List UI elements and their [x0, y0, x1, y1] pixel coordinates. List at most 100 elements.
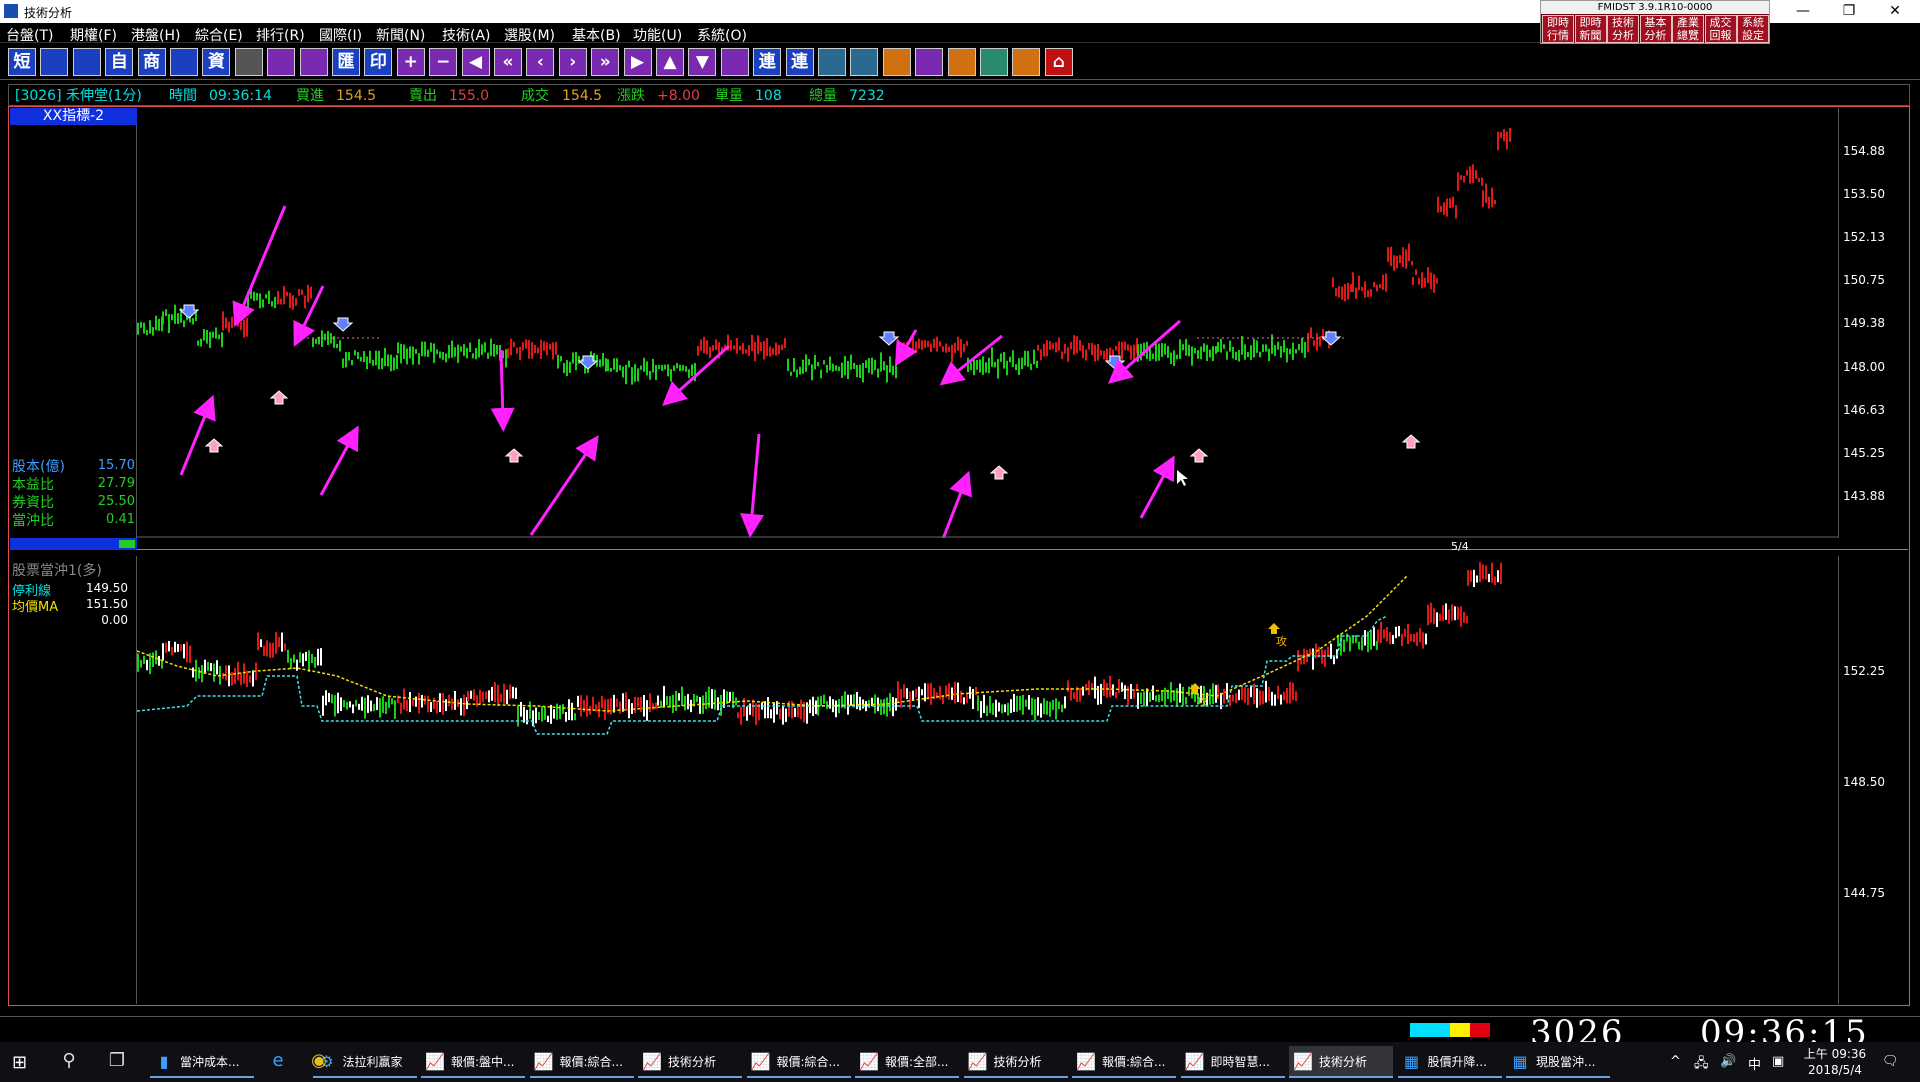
toolbar-button-31[interactable]: [1012, 48, 1041, 76]
toolbar-button-28[interactable]: [915, 48, 944, 76]
toolbar-button-27[interactable]: [882, 48, 911, 76]
ime-mode-icon[interactable]: ▣: [1772, 1054, 1784, 1069]
toolbar-button-11[interactable]: 印: [364, 48, 393, 76]
menu-composite[interactable]: 綜合(E): [195, 25, 243, 45]
indicator-tab[interactable]: XX指標-2: [10, 108, 137, 125]
network-icon[interactable]: 🖧: [1694, 1054, 1709, 1076]
taskbar-app-11[interactable]: ▦ 股價升降...: [1397, 1046, 1502, 1078]
candle-bar: [174, 641, 176, 653]
candle-bar: [1094, 344, 1096, 362]
toolbar-button-2[interactable]: [72, 48, 101, 76]
candle-bar: [960, 339, 962, 358]
toolbar-button-21[interactable]: ▼: [688, 48, 717, 76]
windows-start-icon[interactable]: ⊞: [12, 1052, 27, 1073]
menu-news[interactable]: 新聞(N): [376, 25, 425, 45]
toolbar-button-26[interactable]: [850, 48, 879, 76]
toolbar-button-25[interactable]: [818, 48, 846, 76]
menu-system[interactable]: 系統(O): [697, 25, 747, 45]
toolbar-button-16[interactable]: ‹: [526, 48, 555, 76]
taskbar-app-3[interactable]: 📈 報價:綜合...: [529, 1046, 634, 1078]
minimize-button[interactable]: —: [1780, 0, 1826, 23]
quick-button-0[interactable]: 即時 行情: [1542, 15, 1574, 43]
chrome-icon[interactable]: ◉: [306, 1050, 332, 1074]
toolbar-button-15[interactable]: «: [494, 48, 522, 76]
toolbar-button-22[interactable]: [720, 48, 749, 76]
taskbar-app-8[interactable]: 📈 報價:綜合...: [1072, 1046, 1176, 1078]
toolbar-button-17[interactable]: ›: [558, 48, 587, 76]
ie-icon[interactable]: e: [265, 1050, 291, 1074]
toolbar-button-24[interactable]: 連: [785, 48, 814, 76]
toolbar-button-13[interactable]: −: [429, 48, 458, 76]
candle-bar: [252, 670, 254, 687]
menu-international[interactable]: 國際(I): [319, 25, 362, 45]
candle-bar: [409, 346, 411, 359]
taskbar-app-0[interactable]: ▮ 當沖成本...: [150, 1046, 254, 1078]
toolbar-button-20[interactable]: ▲: [656, 48, 684, 76]
volume-icon[interactable]: 🔊: [1720, 1054, 1736, 1069]
toolbar-button-7[interactable]: [234, 48, 263, 76]
toolbar-button-10[interactable]: 匯: [332, 48, 360, 76]
quick-button-2[interactable]: 技術 分析: [1607, 15, 1639, 43]
toolbar-button-18[interactable]: »: [591, 48, 620, 76]
candle-bar: [1332, 277, 1334, 288]
menu-ranking[interactable]: 排行(R): [256, 25, 305, 45]
candle-bar: [1509, 127, 1511, 142]
taskbar-app-10[interactable]: 📈 技術分析: [1289, 1046, 1393, 1078]
menu-options[interactable]: 期權(F): [70, 25, 117, 45]
ime-indicator[interactable]: 中: [1748, 1054, 1761, 1073]
quick-button-1[interactable]: 即時 新聞: [1574, 15, 1607, 43]
toolbar-button-23[interactable]: 連: [753, 48, 782, 76]
taskbar-app-5[interactable]: 📈 報價:綜合...: [746, 1046, 851, 1078]
toolbar-button-8[interactable]: [267, 48, 296, 76]
menu-stock-pick[interactable]: 選股(M): [504, 25, 555, 45]
maximize-button[interactable]: ❐: [1826, 0, 1872, 23]
quick-button-5[interactable]: 成交 回報: [1704, 15, 1737, 43]
toolbar-button-4[interactable]: 商: [137, 48, 166, 76]
candle-bar: [510, 338, 512, 356]
menu-fundamental[interactable]: 基本(B): [572, 25, 621, 45]
close-button[interactable]: ✕: [1872, 0, 1918, 23]
taskbar-app-2[interactable]: 📈 報價:盤中...: [421, 1046, 525, 1078]
taskbar-app-9[interactable]: 📈 即時智慧...: [1180, 1046, 1285, 1078]
toolbar-button-3[interactable]: 自: [105, 48, 134, 76]
notification-icon[interactable]: 🗨: [1882, 1054, 1899, 1069]
menu-hk[interactable]: 港盤(H): [131, 25, 180, 45]
daytrade-chart[interactable]: 攻攻: [137, 556, 1838, 1004]
quick-button-4[interactable]: 產業 總覽: [1672, 15, 1704, 43]
toolbar-button-12[interactable]: +: [396, 48, 425, 76]
price-chart[interactable]: [137, 108, 1838, 538]
taskbar-app-7[interactable]: 📈 技術分析: [963, 1046, 1068, 1078]
toolbar-button-6[interactable]: 資: [202, 48, 231, 76]
home-icon[interactable]: ⌂: [1044, 48, 1073, 76]
task-view-icon[interactable]: ❐: [104, 1050, 130, 1074]
toolbar-button-1[interactable]: [40, 48, 69, 76]
toolbar-button-19[interactable]: ▶: [623, 48, 652, 76]
candle-bar: [577, 695, 579, 708]
indicator-scroll-thumb[interactable]: [119, 540, 135, 548]
quick-button-3[interactable]: 基本 分析: [1639, 15, 1672, 43]
system-clock[interactable]: 上午 09:36 2018/5/4: [1800, 1046, 1870, 1078]
candle-bar: [972, 688, 974, 709]
quick-button-6[interactable]: 系統 設定: [1737, 15, 1769, 43]
search-icon[interactable]: ⚲: [56, 1050, 82, 1074]
candle-bar: [1232, 694, 1234, 702]
menu-taipan[interactable]: 台盤(T): [6, 25, 53, 45]
taskbar-app-12[interactable]: ▦ 現股當沖...: [1506, 1046, 1610, 1078]
taskbar-app-6[interactable]: 📈 報價:全部...: [855, 1046, 959, 1078]
quick-button-line: 技術: [1612, 16, 1634, 29]
menu-technical[interactable]: 技術(A): [442, 25, 491, 45]
menu-function[interactable]: 功能(U): [633, 25, 682, 45]
tray-chevron-icon[interactable]: ^: [1670, 1054, 1681, 1069]
toolbar-button-29[interactable]: [947, 48, 976, 76]
candle-bar: [1049, 701, 1051, 717]
candle-bar: [994, 361, 996, 368]
toolbar-button-0[interactable]: 短: [8, 48, 36, 76]
toolbar-button-5[interactable]: [170, 48, 198, 76]
candle-bar: [1301, 337, 1303, 353]
taskbar-app-4[interactable]: 📈 技術分析: [638, 1046, 742, 1078]
toolbar-button-30[interactable]: [980, 48, 1008, 76]
toolbar-button-9[interactable]: [299, 48, 328, 76]
candle-bar: [317, 648, 319, 666]
indicator-scroll-bar[interactable]: [10, 538, 137, 550]
toolbar-button-14[interactable]: ◀: [461, 48, 490, 76]
